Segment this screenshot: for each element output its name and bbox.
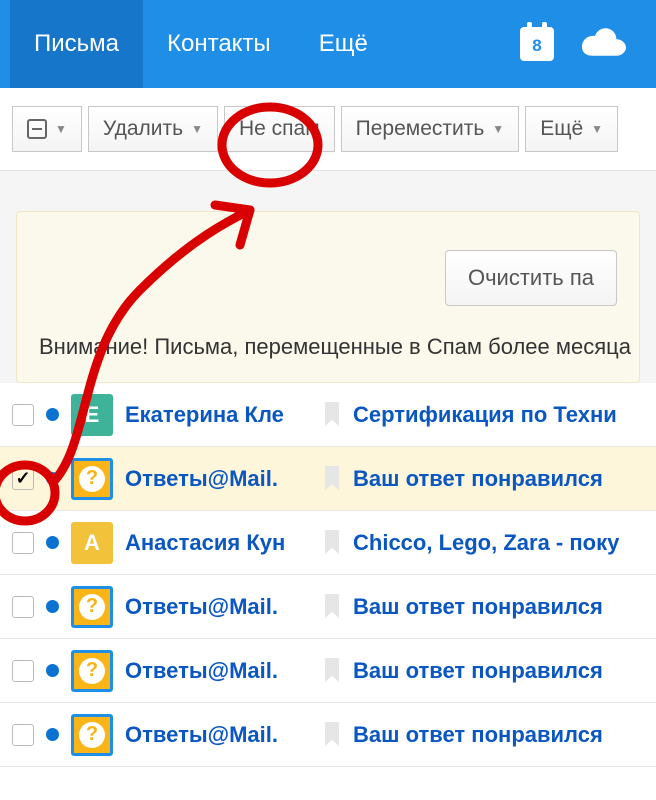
move-button[interactable]: Переместить▼ bbox=[341, 106, 520, 152]
row-checkbox[interactable] bbox=[12, 404, 34, 426]
unread-dot-icon bbox=[46, 472, 59, 485]
mail-row[interactable]: А Анастасия Кун Chicco, Lego, Zara - пок… bbox=[0, 511, 656, 575]
unread-dot-icon bbox=[46, 664, 59, 677]
unread-dot-icon bbox=[46, 728, 59, 741]
mail-list: Е Екатерина Кле Сертификация по Техни ? … bbox=[0, 383, 656, 767]
mail-row[interactable]: ? Ответы@Mail. Ваш ответ понравился bbox=[0, 703, 656, 767]
sender: Ответы@Mail. bbox=[125, 658, 311, 684]
unread-dot-icon bbox=[46, 536, 59, 549]
mail-row[interactable]: ? Ответы@Mail. Ваш ответ понравился bbox=[0, 639, 656, 703]
sender: Ответы@Mail. bbox=[125, 722, 311, 748]
not-spam-button[interactable]: Не спам bbox=[224, 106, 335, 152]
calendar-day: 8 bbox=[532, 36, 541, 56]
notice-area: Очистить па Внимание! Письма, перемещенн… bbox=[0, 171, 656, 383]
row-checkbox[interactable] bbox=[12, 596, 34, 618]
avatar: ? bbox=[71, 714, 113, 756]
row-checkbox[interactable] bbox=[12, 468, 34, 490]
clear-folder-button[interactable]: Очистить па bbox=[445, 250, 617, 306]
avatar: ? bbox=[71, 650, 113, 692]
flag-icon[interactable] bbox=[323, 594, 341, 620]
sender: Анастасия Кун bbox=[125, 530, 311, 556]
subject: Сертификация по Техни bbox=[353, 402, 617, 428]
subject: Chicco, Lego, Zara - поку bbox=[353, 530, 619, 556]
flag-icon[interactable] bbox=[323, 722, 341, 748]
sender: Ответы@Mail. bbox=[125, 594, 311, 620]
mail-row[interactable]: ? Ответы@Mail. Ваш ответ понравился bbox=[0, 447, 656, 511]
calendar-icon[interactable]: 8 bbox=[520, 27, 554, 61]
subject: Ваш ответ понравился bbox=[353, 466, 603, 492]
row-checkbox[interactable] bbox=[12, 724, 34, 746]
unread-dot-icon bbox=[46, 408, 59, 421]
toolbar-more-button[interactable]: Ещё▼ bbox=[525, 106, 618, 152]
avatar: Е bbox=[71, 394, 113, 436]
flag-icon[interactable] bbox=[323, 530, 341, 556]
row-checkbox[interactable] bbox=[12, 660, 34, 682]
select-all-button[interactable]: ▼ bbox=[12, 106, 82, 152]
nav-contacts[interactable]: Контакты bbox=[143, 0, 295, 88]
row-checkbox[interactable] bbox=[12, 532, 34, 554]
mail-row[interactable]: Е Екатерина Кле Сертификация по Техни bbox=[0, 383, 656, 447]
avatar: ? bbox=[71, 458, 113, 500]
avatar: А bbox=[71, 522, 113, 564]
sender: Ответы@Mail. bbox=[125, 466, 311, 492]
unread-dot-icon bbox=[46, 600, 59, 613]
flag-icon[interactable] bbox=[323, 658, 341, 684]
subject: Ваш ответ понравился bbox=[353, 722, 603, 748]
nav-mail[interactable]: Письма bbox=[10, 0, 143, 88]
nav-more[interactable]: Ещё bbox=[295, 0, 392, 88]
top-nav: Письма Контакты Ещё 8 bbox=[0, 0, 656, 88]
subject: Ваш ответ понравился bbox=[353, 594, 603, 620]
sender: Екатерина Кле bbox=[125, 402, 311, 428]
subject: Ваш ответ понравился bbox=[353, 658, 603, 684]
toolbar: ▼ Удалить▼ Не спам Переместить▼ Ещё▼ bbox=[0, 88, 656, 171]
avatar: ? bbox=[71, 586, 113, 628]
cloud-icon[interactable] bbox=[582, 27, 626, 62]
delete-button[interactable]: Удалить▼ bbox=[88, 106, 218, 152]
mail-row[interactable]: ? Ответы@Mail. Ваш ответ понравился bbox=[0, 575, 656, 639]
spam-notice: Очистить па Внимание! Письма, перемещенн… bbox=[16, 211, 640, 383]
flag-icon[interactable] bbox=[323, 402, 341, 428]
flag-icon[interactable] bbox=[323, 466, 341, 492]
notice-text: Внимание! Письма, перемещенные в Спам бо… bbox=[39, 334, 617, 360]
